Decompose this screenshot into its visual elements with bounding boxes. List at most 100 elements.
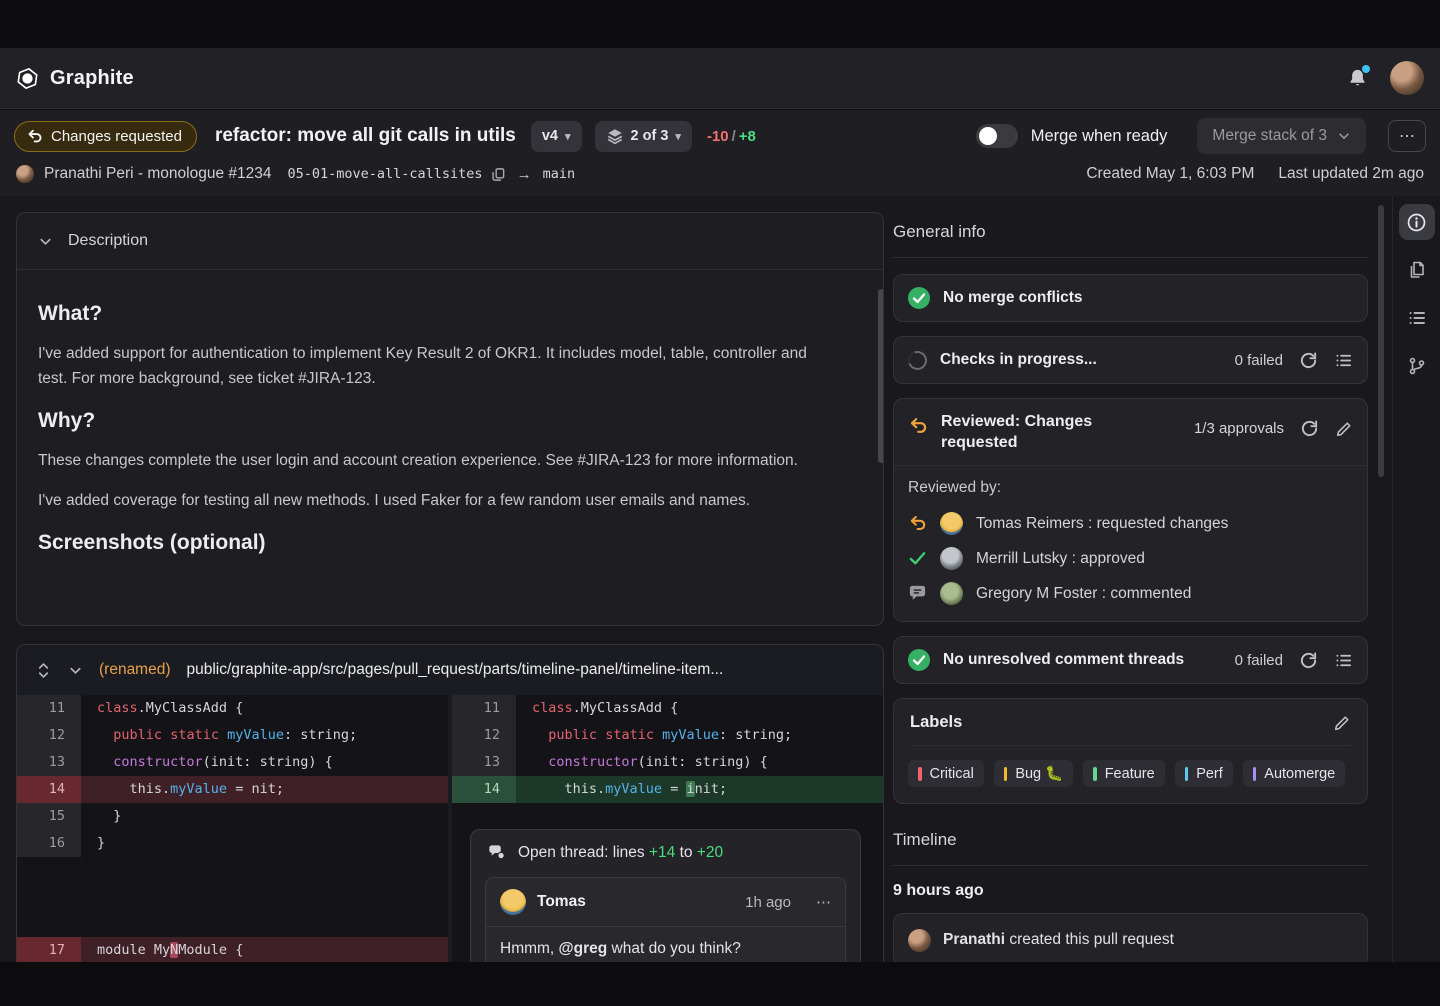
checks-failed-count: 0 failed (1235, 352, 1283, 369)
line-code: this.myValue = init; (516, 776, 883, 803)
divider (893, 257, 1368, 258)
version-dropdown[interactable]: v4 ▾ (531, 121, 582, 152)
diff-line[interactable]: 13 constructor(init: string) { (452, 749, 883, 776)
threads-failed-count: 0 failed (1235, 652, 1283, 669)
line-number: 15 (17, 803, 81, 830)
line-code: } (81, 803, 448, 830)
comment-timestamp: 1h ago (745, 894, 791, 911)
checks-card[interactable]: Checks in progress... 0 failed (893, 336, 1368, 384)
line-code: public static myValue: string; (81, 722, 448, 749)
label-chip[interactable]: Automerge (1243, 760, 1345, 787)
open-thread-card[interactable]: Open thread: lines +14 to +20Tomas1h ago… (470, 829, 861, 962)
diff-line[interactable]: 11class.MyClassAdd { (17, 695, 448, 722)
description-paragraph: These changes complete the user login an… (38, 448, 838, 473)
open-thread-label: Open thread: lines +14 to +20 (518, 844, 723, 862)
label-text: Critical (930, 766, 974, 782)
stack-position-dropdown[interactable]: 2 of 3 ▾ (595, 121, 692, 152)
merge-stack-button[interactable]: Merge stack of 3 (1197, 118, 1366, 154)
author-avatar (16, 165, 34, 183)
refresh-icon[interactable] (1299, 651, 1318, 670)
tab-checklist[interactable] (1399, 300, 1435, 336)
edit-pencil-icon[interactable] (1333, 714, 1351, 732)
user-avatar[interactable] (1390, 61, 1424, 95)
check-circle-icon (908, 287, 930, 309)
diff-line[interactable]: 16} (17, 830, 448, 857)
checklist-icon[interactable] (1334, 651, 1353, 670)
files-icon (1407, 260, 1427, 280)
reviewer-row[interactable]: Tomas Reimers : requested changes (908, 512, 1353, 535)
spinner-icon (905, 347, 930, 372)
comment-icon (908, 584, 927, 603)
open-thread-header: Open thread: lines +14 to +20 (471, 830, 860, 875)
reviewer-row[interactable]: Merrill Lutsky : approved (908, 547, 1353, 570)
tab-files[interactable] (1399, 252, 1435, 288)
copy-branch-icon[interactable] (491, 167, 506, 182)
description-header[interactable]: Description (17, 213, 883, 270)
label-chip[interactable]: Critical (908, 760, 984, 787)
sidebar-scrollbar[interactable] (1378, 205, 1384, 477)
diff-line[interactable]: 17module MyNModule { (17, 937, 448, 962)
merge-when-ready-toggle[interactable] (976, 124, 1018, 148)
diff-file-header[interactable]: (renamed) public/graphite-app/src/pages/… (17, 645, 883, 695)
approvals-count: 1/3 approvals (1194, 420, 1284, 437)
labels-card: Labels CriticalBug 🐛FeaturePerfAutomerge (893, 698, 1368, 804)
line-code: constructor(init: string) { (81, 749, 448, 776)
comment-card: Tomas1h ago⋯Hmmm, @greg what do you thin… (485, 877, 846, 962)
timeline-event[interactable]: Pranathi created this pull request (893, 913, 1368, 962)
label-text: Bug 🐛 (1015, 765, 1063, 782)
tab-branch-graph[interactable] (1399, 348, 1435, 384)
chevron-down-icon: ▾ (675, 130, 681, 143)
comment-menu-button[interactable]: ⋯ (816, 893, 831, 911)
diff-line[interactable]: 12 public static myValue: string; (17, 722, 448, 749)
more-options-button[interactable]: ⋯ (1388, 120, 1426, 152)
refresh-icon[interactable] (1299, 351, 1318, 370)
diff-panel: (renamed) public/graphite-app/src/pages/… (16, 644, 884, 962)
diff-line[interactable]: 14 this.myValue = nit; (17, 776, 448, 803)
source-branch[interactable]: 05-01-move-all-callsites (287, 166, 482, 182)
line-code: class.MyClassAdd { (81, 695, 448, 722)
checklist-icon[interactable] (1334, 351, 1353, 370)
tab-general-info[interactable] (1399, 204, 1435, 240)
diff-line[interactable]: 11class.MyClassAdd { (452, 695, 883, 722)
label-color-bar (1253, 767, 1257, 781)
diff-line[interactable]: 15 } (17, 803, 448, 830)
target-branch[interactable]: main (543, 166, 576, 182)
label-color-bar (1004, 767, 1008, 781)
diff-pane-old: 11class.MyClassAdd {12 public static myV… (17, 695, 448, 962)
check-icon (908, 549, 927, 568)
divider (893, 865, 1368, 866)
diff-line[interactable]: 14 this.myValue = init; (452, 776, 883, 803)
timeline-event-text: Pranathi created this pull request (943, 931, 1174, 949)
diff-line[interactable]: 12 public static myValue: string; (452, 722, 883, 749)
diff-line[interactable]: 13 constructor(init: string) { (17, 749, 448, 776)
notification-dot (1362, 65, 1370, 73)
timeline-group-label: 9 hours ago (893, 882, 1368, 900)
line-number: 16 (17, 830, 81, 857)
description-paragraph: I've added support for authentication to… (38, 341, 838, 391)
graphite-logo-icon (16, 67, 39, 90)
label-chip[interactable]: Perf (1175, 760, 1233, 787)
diffstat: -10/+8 (707, 128, 756, 145)
status-badge-label: Changes requested (51, 128, 182, 145)
reviewer-status-text: Merrill Lutsky : approved (976, 550, 1145, 568)
label-chip[interactable]: Feature (1083, 760, 1164, 787)
undo-icon (26, 128, 43, 145)
undo-icon (908, 416, 928, 436)
edit-pencil-icon[interactable] (1335, 420, 1353, 438)
undo-icon (908, 514, 927, 533)
merge-conflicts-card[interactable]: No merge conflicts (893, 274, 1368, 322)
label-chip[interactable]: Bug 🐛 (994, 760, 1073, 787)
description-scrollbar[interactable] (878, 289, 884, 463)
reviewer-row[interactable]: Gregory M Foster : commented (908, 582, 1353, 605)
graphite-logo[interactable]: Graphite (16, 67, 134, 90)
comment-threads-card[interactable]: No unresolved comment threads 0 failed (893, 636, 1368, 684)
line-number: 11 (452, 695, 516, 722)
renamed-badge: (renamed) (99, 661, 171, 679)
check-circle-icon (908, 649, 930, 671)
expand-vertical-icon[interactable] (35, 662, 52, 679)
arrow-right-icon: → (514, 166, 535, 183)
collapse-chevron-icon[interactable] (68, 663, 83, 678)
label-color-bar (1093, 767, 1097, 781)
refresh-icon[interactable] (1300, 419, 1319, 438)
notifications-bell-icon[interactable] (1347, 68, 1368, 89)
